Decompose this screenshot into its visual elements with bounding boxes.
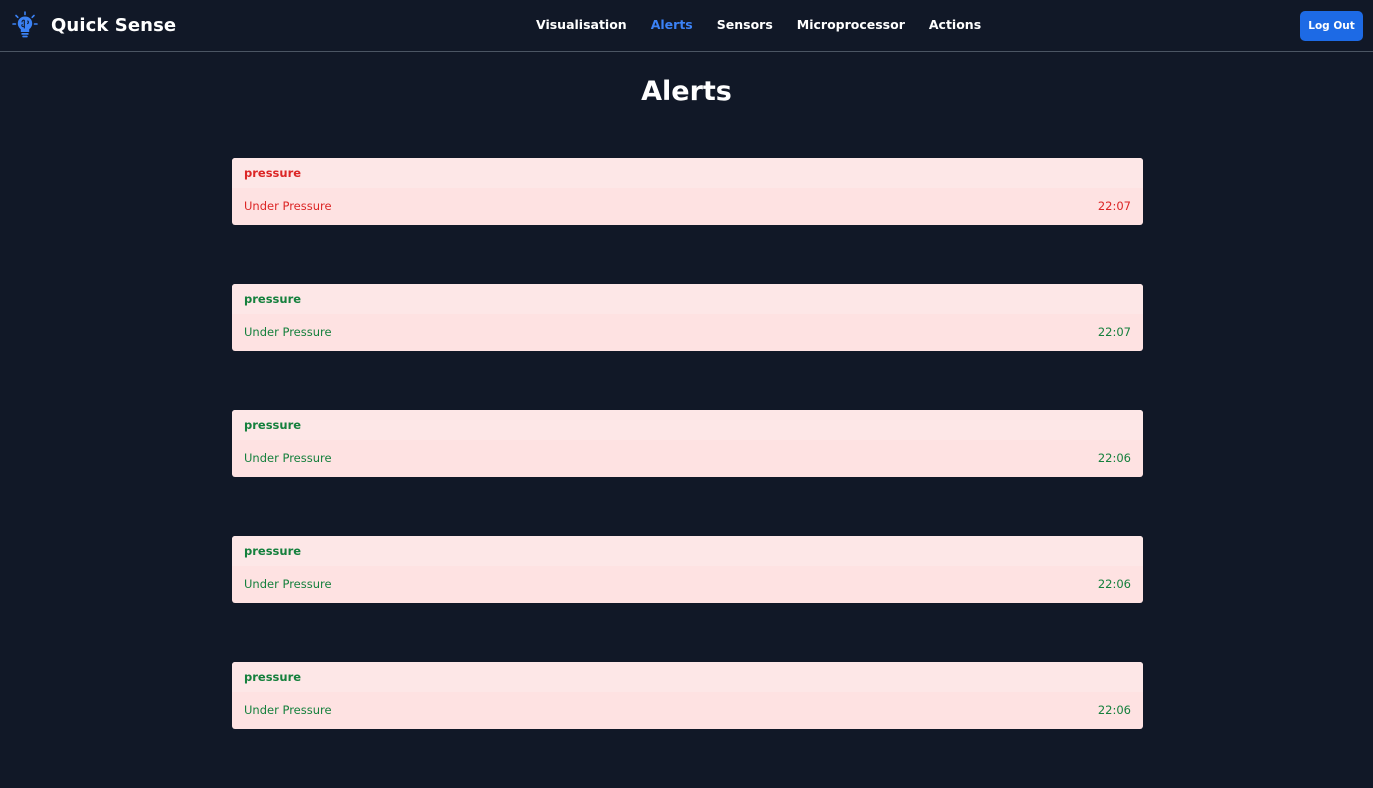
- alert-time: 22:06: [1097, 703, 1131, 717]
- alert-type: pressure: [244, 544, 302, 558]
- alert-card[interactable]: pressure Under Pressure 22:06: [232, 662, 1143, 729]
- alert-card-header: [232, 536, 1143, 566]
- alert-type: pressure: [244, 670, 302, 684]
- alert-card-header: [232, 158, 1143, 188]
- alert-message: Under Pressure: [244, 199, 332, 213]
- alert-time: 22:07: [1097, 325, 1131, 339]
- nav-sensors[interactable]: Sensors: [717, 17, 773, 32]
- alert-card-header: [232, 284, 1143, 314]
- alert-card-header: [232, 662, 1143, 692]
- alert-message: Under Pressure: [244, 325, 332, 339]
- alert-type: pressure: [244, 166, 302, 180]
- nav-alerts[interactable]: Alerts: [651, 17, 693, 32]
- alert-type: pressure: [244, 292, 302, 306]
- main-nav: Visualisation Alerts Sensors Microproces…: [536, 17, 981, 32]
- alert-message: Under Pressure: [244, 703, 332, 717]
- alert-type: pressure: [244, 418, 302, 432]
- brain-bulb-icon: [12, 11, 38, 39]
- logout-button[interactable]: Log Out: [1300, 11, 1363, 41]
- alert-time: 22:07: [1097, 199, 1131, 213]
- alert-card[interactable]: pressure Under Pressure 22:06: [232, 410, 1143, 477]
- alert-time: 22:06: [1097, 451, 1131, 465]
- nav-actions[interactable]: Actions: [929, 17, 981, 32]
- alert-message: Under Pressure: [244, 577, 332, 591]
- alert-time: 22:06: [1097, 577, 1131, 591]
- alert-card[interactable]: pressure Under Pressure 22:07: [232, 284, 1143, 351]
- page-title: Alerts: [641, 76, 732, 107]
- alert-card-header: [232, 410, 1143, 440]
- alert-message: Under Pressure: [244, 451, 332, 465]
- alert-card[interactable]: pressure Under Pressure 22:06: [232, 536, 1143, 603]
- brand-name: Quick Sense: [51, 14, 177, 36]
- nav-visualisation[interactable]: Visualisation: [536, 17, 627, 32]
- alert-list: pressure Under Pressure 22:07 pressure U…: [232, 158, 1143, 788]
- alert-card[interactable]: pressure Under Pressure 22:07: [232, 158, 1143, 225]
- top-navbar: Quick Sense Visualisation Alerts Sensors…: [0, 0, 1373, 52]
- nav-microprocessor[interactable]: Microprocessor: [797, 17, 905, 32]
- brand[interactable]: Quick Sense: [12, 11, 176, 39]
